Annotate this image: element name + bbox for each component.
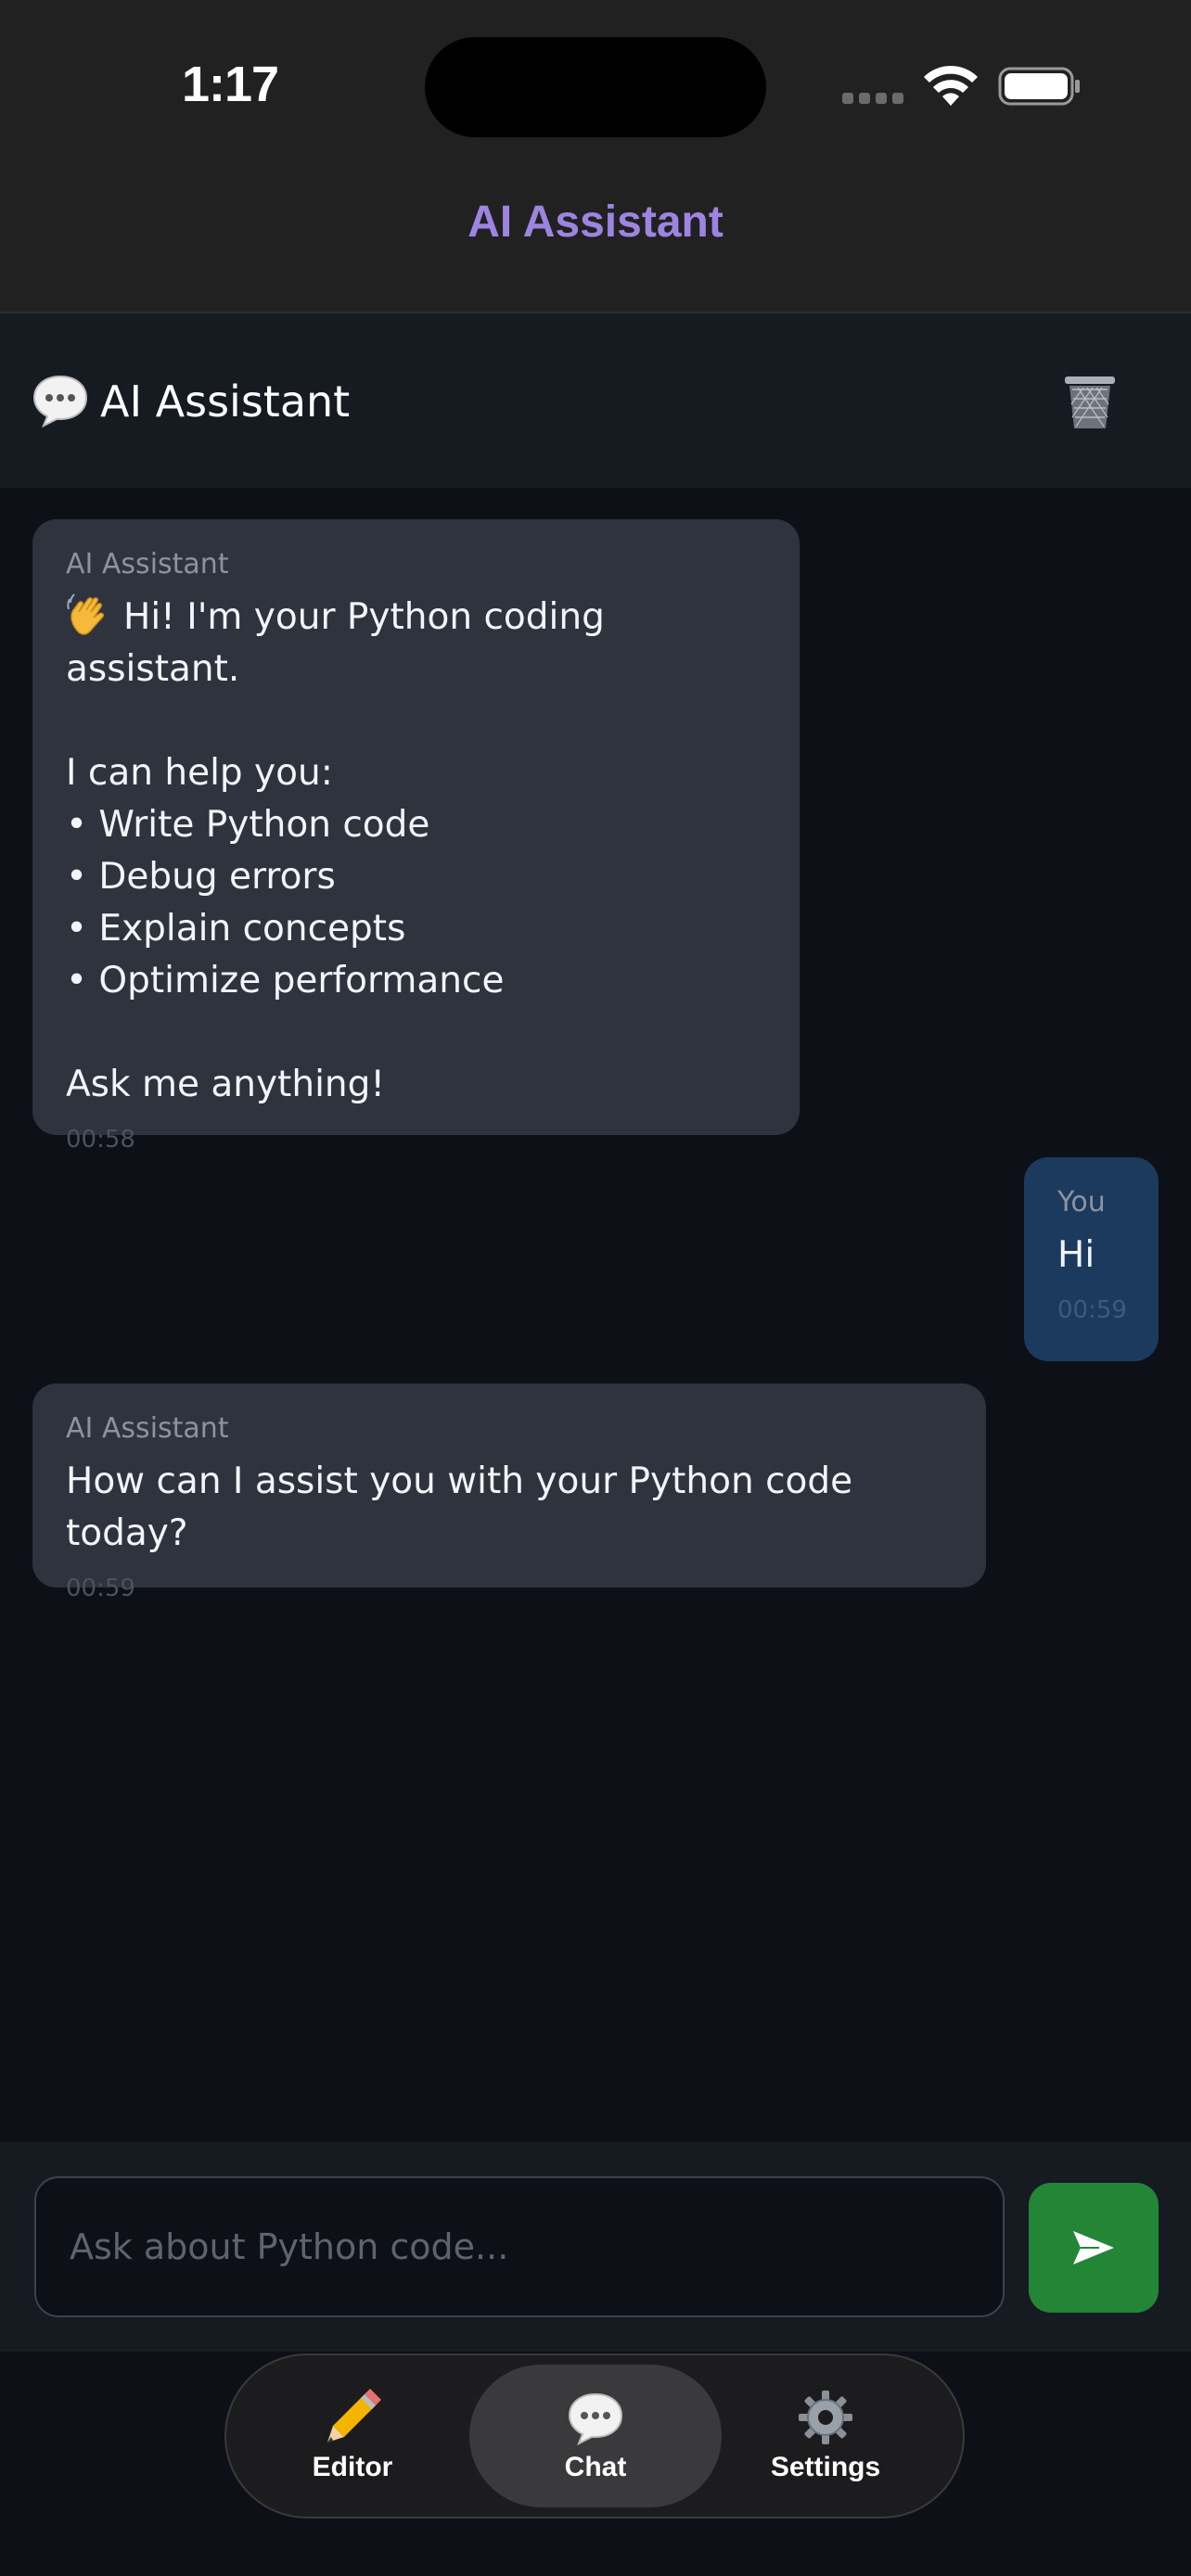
tab-settings[interactable]: Settings	[699, 2365, 952, 2507]
gear-icon	[799, 2391, 852, 2444]
message-text: Hi! I'm your Python coding assistant. I …	[66, 592, 766, 1111]
top-bar: 1:17 AI Assistant	[0, 0, 1191, 313]
greeting-text: Hi! I'm your Python coding assistant.	[66, 596, 605, 690]
chat-bubble-icon	[568, 2392, 623, 2446]
dynamic-island	[425, 37, 766, 137]
composer	[0, 2142, 1191, 2352]
message-time: 00:58	[66, 1126, 135, 1154]
status-time: 1:17	[182, 57, 279, 112]
tab-chat[interactable]: Chat	[469, 2365, 722, 2507]
ai-message: AI Assistant How can I assist you with y…	[32, 1384, 986, 1602]
pencil-icon	[327, 2389, 381, 2442]
message-text: Hi	[1057, 1234, 1095, 1276]
send-button[interactable]	[1029, 2183, 1159, 2313]
tab-label: Editor	[312, 2452, 393, 2482]
message-time: 00:59	[1057, 1296, 1127, 1324]
tab-label: Settings	[770, 2452, 881, 2482]
wifi-icon	[924, 65, 978, 106]
message-sender: AI Assistant	[66, 1412, 229, 1445]
battery-icon	[998, 67, 1080, 106]
message-sender: AI Assistant	[66, 548, 229, 580]
chat-header: AI Assistant	[0, 313, 1191, 488]
message-text-body: I can help you: • Write Python code • De…	[66, 752, 505, 1105]
tab-label: Chat	[564, 2452, 627, 2482]
user-message: You Hi 00:59	[1024, 1157, 1159, 1361]
cellular-signal-icon	[842, 93, 905, 106]
speech-bubble-icon	[32, 375, 88, 428]
tab-editor[interactable]: Editor	[226, 2365, 479, 2507]
message-sender: You	[1057, 1186, 1106, 1218]
send-arrow-icon	[1073, 2231, 1114, 2264]
chat-header-title: AI Assistant	[100, 376, 351, 427]
trash-icon[interactable]	[1057, 369, 1122, 434]
ai-message: AI Assistant Hi! I'm your Python coding …	[32, 519, 800, 1154]
message-input[interactable]	[34, 2176, 1005, 2317]
message-text: How can I assist you with your Python co…	[66, 1460, 853, 1554]
message-list[interactable]: AI Assistant Hi! I'm your Python coding …	[0, 488, 1191, 2142]
nav-title: AI Assistant	[467, 198, 724, 247]
message-time: 00:59	[66, 1575, 135, 1602]
waving-hand-icon	[67, 593, 104, 635]
tab-bar: Editor Chat Settings	[224, 2353, 965, 2519]
